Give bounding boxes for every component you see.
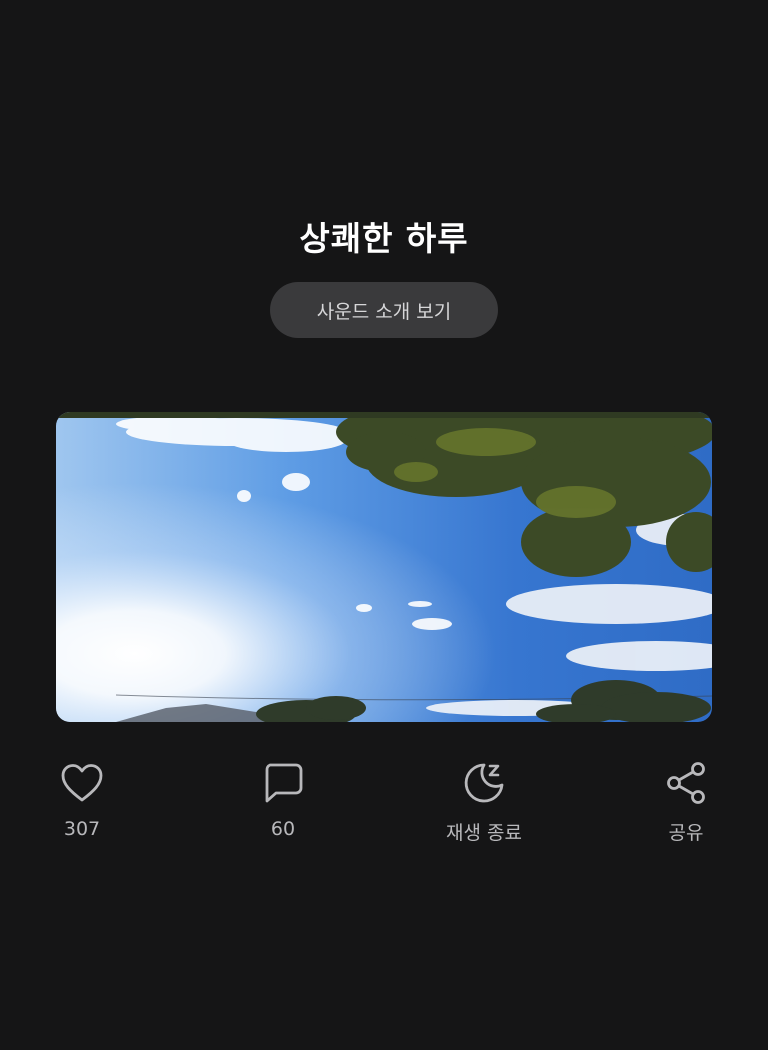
share-icon bbox=[663, 760, 709, 806]
comment-button[interactable]: 60 bbox=[223, 760, 343, 840]
share-label: 공유 bbox=[668, 822, 704, 844]
sound-cover-image bbox=[56, 412, 712, 722]
sound-title: 상쾌한 하루 bbox=[299, 219, 469, 258]
like-count: 307 bbox=[63, 818, 101, 840]
comment-count: 60 bbox=[270, 818, 296, 840]
comment-icon bbox=[260, 760, 306, 806]
moon-sleep-icon bbox=[461, 760, 507, 806]
action-bar: 307 60 재생 종료 공유 bbox=[0, 760, 768, 860]
like-button[interactable]: 307 bbox=[22, 760, 142, 840]
sleep-timer-label: 재생 종료 bbox=[446, 822, 522, 844]
sound-intro-button[interactable]: 사운드 소개 보기 bbox=[270, 282, 498, 338]
heart-icon bbox=[59, 760, 105, 806]
sleep-timer-button[interactable]: 재생 종료 bbox=[424, 760, 544, 845]
share-button[interactable]: 공유 bbox=[626, 760, 746, 845]
